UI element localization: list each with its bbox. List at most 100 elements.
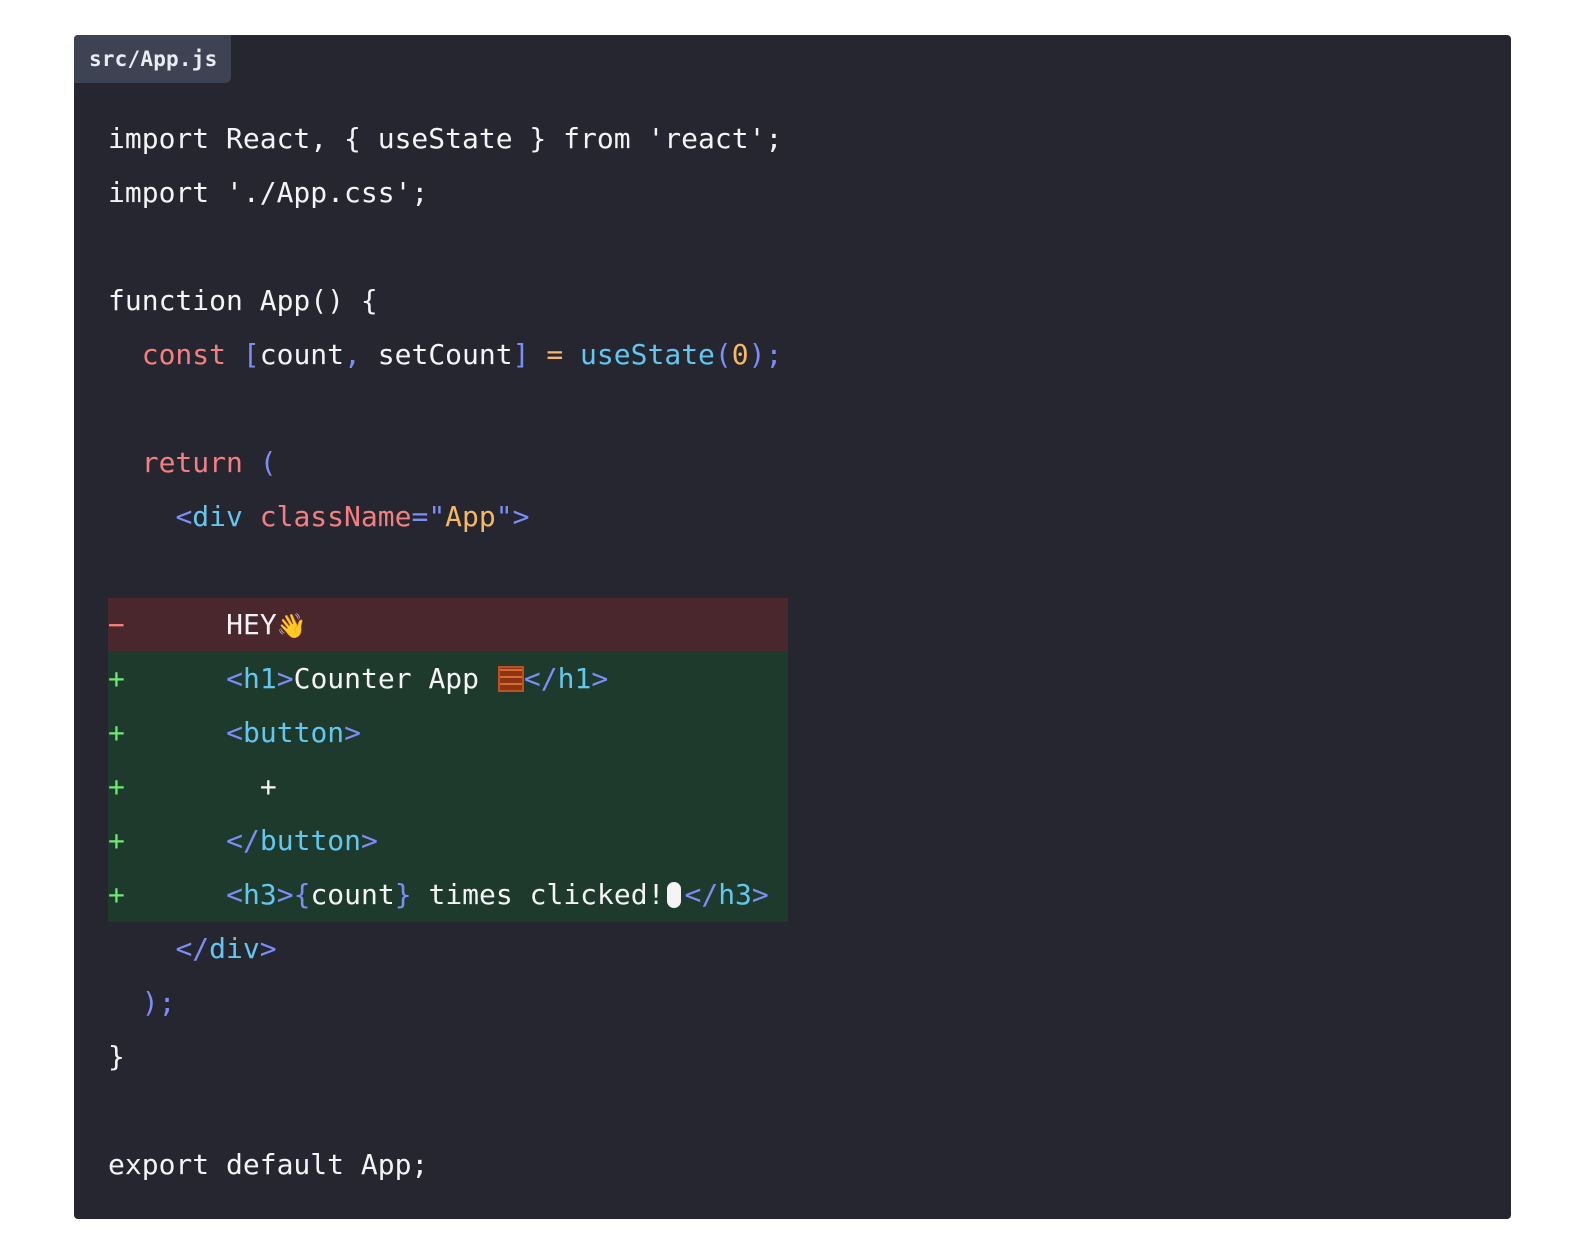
code-token: = (546, 338, 564, 371)
code-token: times clicked! (411, 878, 665, 911)
code-token: < (226, 878, 244, 911)
code-token: < (226, 716, 244, 749)
code-token: > (259, 932, 277, 965)
code-token: useState (580, 338, 715, 371)
code-token: export default App; (108, 1148, 429, 1181)
code-token: return (141, 446, 243, 479)
code-token: function App() { (108, 284, 378, 317)
code-token: 0 (731, 338, 749, 371)
diff-line-added: + <h1>Counter App </h1> (108, 652, 789, 706)
code-line: <div className="App"> (108, 490, 788, 544)
code-line: import React, { useState } from 'react'; (108, 112, 788, 166)
code-line: ); (108, 976, 788, 1030)
diff-line-added: + + (108, 760, 789, 814)
code-token: > (276, 662, 294, 695)
diff-line-removed: − HEY👋 (108, 598, 789, 652)
code-token: className (259, 500, 412, 533)
diff-marker: + (108, 662, 125, 695)
code-token: ( (714, 338, 732, 371)
code-block: src/App.js import React, { useState } fr… (74, 35, 1511, 1219)
diff-marker: + (108, 770, 125, 803)
code-token: > (512, 500, 530, 533)
code-token: button (243, 716, 345, 749)
code-token: import React, { useState } from 'react'; (108, 122, 783, 155)
code-token: { (293, 878, 311, 911)
code-token: = (411, 500, 429, 533)
code-token: , (344, 338, 361, 371)
code-token: App (445, 500, 496, 533)
code-line: import './App.css'; (108, 166, 788, 220)
code-token: </ (175, 932, 210, 965)
code-token: setCount (360, 338, 513, 371)
code-line: } (108, 1030, 788, 1084)
code-body: import React, { useState } from 'react';… (108, 112, 789, 1192)
code-token: ( (259, 446, 277, 479)
diff-marker: − (108, 608, 125, 641)
code-token: Counter App (293, 662, 496, 695)
diff-marker: + (108, 878, 125, 911)
code-token: div (192, 500, 243, 533)
code-token: " (495, 500, 513, 533)
computer-mouse-icon (667, 882, 682, 908)
code-token: " (428, 500, 446, 533)
code-token: </ (226, 824, 260, 857)
code-token: < (175, 500, 193, 533)
waving-hand-icon: 👋 (276, 612, 307, 640)
diff-line-added: + <button> (108, 706, 789, 760)
code-token: + (125, 770, 277, 803)
code-token: button (259, 824, 362, 857)
code-line: </div> (108, 922, 788, 976)
code-token: < (226, 662, 244, 695)
code-token: </ (523, 662, 558, 695)
code-token: </ (684, 878, 719, 911)
code-token: h3 (243, 878, 277, 911)
code-token: } (108, 1040, 125, 1073)
code-token: count (310, 878, 395, 911)
code-token: [ (242, 338, 260, 371)
code-line: return ( (108, 436, 788, 490)
code-token: ] (512, 338, 530, 371)
code-token: ); (748, 338, 783, 371)
code-token: > (344, 716, 362, 749)
diff-marker: + (108, 716, 125, 749)
code-line: export default App; (108, 1138, 788, 1192)
code-token: count (259, 338, 345, 371)
diff-line-added: + <h3>{count} times clicked! </h3> (108, 868, 789, 922)
code-token: > (276, 878, 294, 911)
code-token: } (394, 878, 412, 911)
code-token: const (141, 338, 227, 371)
code-token: import './App.css'; (108, 176, 429, 209)
file-name-tab: src/App.js (74, 35, 232, 83)
code-token: ); (141, 986, 176, 1019)
code-line: const [count, setCount] = useState(0); (108, 328, 788, 382)
code-token: > (591, 662, 609, 695)
code-token: h1 (243, 662, 277, 695)
code-token: h1 (557, 662, 592, 695)
diff-line-added: + </button> (108, 814, 789, 868)
code-line: function App() { (108, 274, 788, 328)
code-token: > (361, 824, 378, 857)
diff-marker: + (108, 824, 125, 857)
code-token: div (209, 932, 260, 965)
code-token: > (751, 878, 769, 911)
abacus-icon (497, 666, 524, 692)
code-token: HEY (125, 608, 277, 641)
